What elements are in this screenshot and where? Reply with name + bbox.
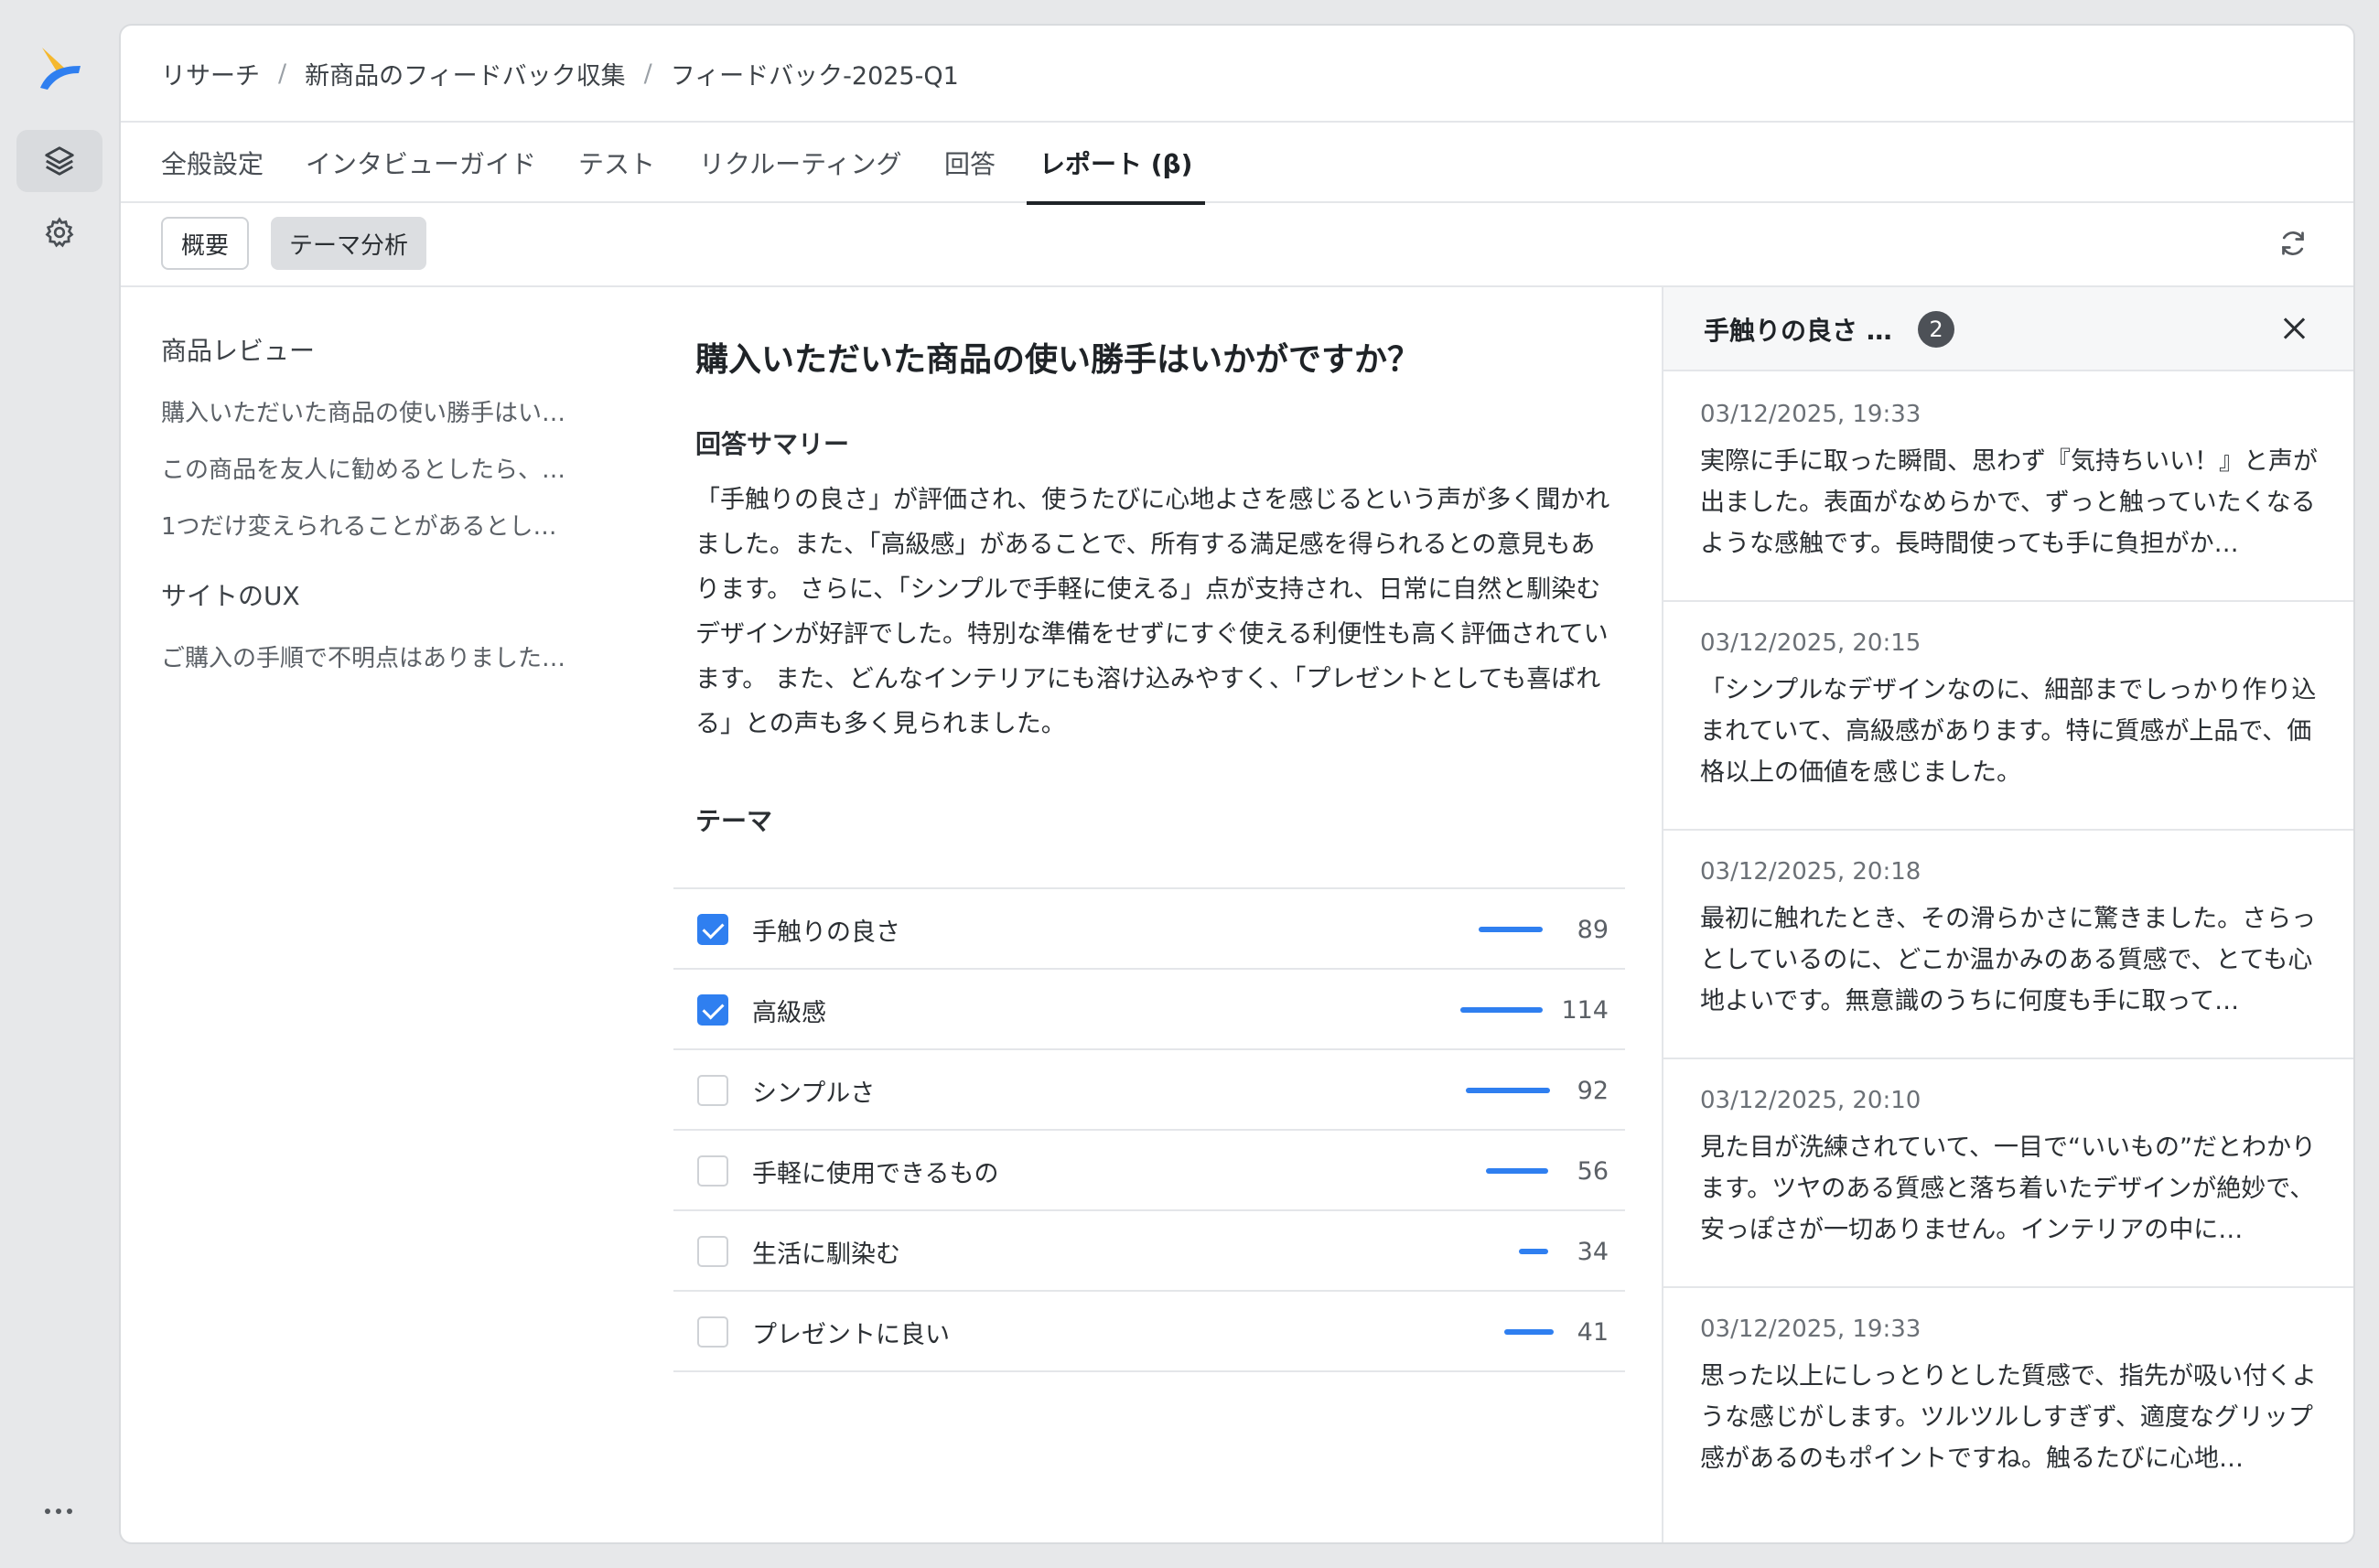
app-rail [0, 0, 117, 1568]
theme-checkbox[interactable] [697, 1236, 728, 1267]
tab-report[interactable]: レポート (β) [1026, 123, 1206, 205]
question-list: 商品レビュー 購入いただいた商品の使い勝手はい… この商品を友人に勧めるとしたら… [161, 328, 637, 684]
tab-recruiting[interactable]: リクルーティング [699, 123, 901, 203]
response-date: 03/12/2025, 19:33 [1700, 1316, 1922, 1343]
question-group-title: 商品レビュー [161, 336, 316, 366]
theme-count-bar [1460, 1007, 1543, 1013]
theme-row[interactable]: 生活に馴染む 34 [673, 1211, 1625, 1292]
more-icon[interactable] [37, 1500, 81, 1522]
theme-name: 高級感 [752, 998, 826, 1027]
response-card[interactable]: 03/12/2025, 20:15 「シンプルなデザインなのに、細部までしっかり… [1663, 602, 2353, 831]
tab-interview-guide[interactable]: インタビューガイド [306, 123, 536, 203]
breadcrumb-separator: / [278, 59, 287, 88]
view-toolbar: 概要 テーマ分析 [121, 203, 2353, 287]
tab-bar: 全般設定 インタビューガイド テスト リクルーティング 回答 レポート (β) [121, 121, 2353, 205]
response-card[interactable]: 03/12/2025, 20:18 最初に触れたとき、その滑らかさに驚きました。… [1663, 831, 2353, 1059]
question-item[interactable]: ご購入の手順で不明点はありました… [161, 628, 637, 684]
layers-icon [45, 146, 74, 176]
theme-checkbox[interactable] [697, 1075, 728, 1106]
theme-name: 手触りの良さ [752, 918, 900, 947]
theme-count-bar [1479, 927, 1543, 932]
tab-general-settings[interactable]: 全般設定 [161, 123, 264, 203]
theme-checkbox[interactable] [697, 1155, 728, 1187]
question-group-title: サイトのUX [161, 581, 300, 611]
theme-checkbox[interactable] [697, 1316, 728, 1348]
response-text: 思った以上にしっとりとした質感で、指先が吸い付くような感じがします。ツルツルしす… [1700, 1362, 2317, 1473]
theme-name: 生活に馴染む [752, 1240, 900, 1269]
theme-analysis-button[interactable]: テーマ分析 [271, 217, 427, 270]
response-date: 03/12/2025, 20:18 [1700, 858, 1922, 886]
response-text: 見た目が洗練されていて、一目で“いいもの”だとわかります。ツヤのある質感と落ち着… [1700, 1133, 2317, 1244]
response-text: 最初に触れたとき、その滑らかさに驚きました。さらっとしているのに、どこか温かみの… [1700, 905, 2317, 1015]
breadcrumb: リサーチ / 新商品のフィードバック収集 / フィードバック-2025-Q1 [161, 53, 959, 93]
breadcrumb-item-research[interactable]: リサーチ [161, 56, 260, 91]
response-date: 03/12/2025, 20:15 [1700, 629, 1922, 657]
question-title: 購入いただいた商品の使い勝手はいかがですか？ [695, 341, 1421, 379]
theme-count: 92 [1577, 1076, 1609, 1105]
nav-settings[interactable] [16, 201, 102, 263]
response-card[interactable]: 03/12/2025, 19:33 実際に手に取った瞬間、思わず『気持ちいい！』… [1663, 373, 2353, 602]
response-text: 「シンプルなデザインなのに、細部までしっかり作り込まれていて、高級感があります。… [1700, 676, 2317, 787]
theme-count: 56 [1577, 1156, 1609, 1186]
theme-name: シンプルさ [752, 1079, 876, 1108]
theme-count-bar [1504, 1329, 1554, 1335]
tab-test[interactable]: テスト [578, 123, 655, 203]
theme-row[interactable]: プレゼントに良い 41 [673, 1292, 1625, 1372]
overview-button[interactable]: 概要 [161, 217, 250, 270]
responses-panel: 手触りの良さ … 2 03/12/2025, 19:33 実際に手に取った瞬間、… [1662, 287, 2353, 1542]
main-card: リサーチ / 新商品のフィードバック収集 / フィードバック-2025-Q1 全… [119, 24, 2355, 1544]
theme-name: 手軽に使用できるもの [752, 1159, 999, 1188]
theme-row[interactable]: シンプルさ 92 [673, 1050, 1625, 1131]
summary-label: 回答サマリー [695, 429, 850, 459]
theme-checkbox[interactable] [697, 994, 728, 1026]
theme-count: 114 [1561, 995, 1609, 1025]
theme-count: 89 [1577, 915, 1609, 944]
app-logo[interactable] [37, 44, 84, 91]
theme-table: 手触りの良さ 89 高級感 114 シンプルさ 92 手軽に使用できるもの 56… [673, 887, 1625, 1372]
question-item[interactable]: 購入いただいた商品の使い勝手はい… [161, 382, 637, 439]
response-text: 実際に手に取った瞬間、思わず『気持ちいい！』と声が出ました。表面がなめらかで、ず… [1700, 447, 2318, 558]
breadcrumb-item-project[interactable]: 新商品のフィードバック収集 [305, 56, 625, 91]
theme-label: テーマ [695, 806, 773, 836]
theme-checkbox[interactable] [697, 914, 728, 945]
theme-count: 34 [1577, 1237, 1609, 1266]
response-date: 03/12/2025, 20:10 [1700, 1087, 1922, 1114]
question-item[interactable]: 1つだけ変えられることがあるとし… [161, 496, 637, 553]
theme-count: 41 [1577, 1317, 1609, 1347]
theme-count-bar [1519, 1249, 1548, 1254]
theme-count-bar [1486, 1168, 1548, 1174]
gear-icon [45, 217, 74, 248]
theme-row[interactable]: 手触りの良さ 89 [673, 889, 1625, 970]
question-detail: 購入いただいた商品の使い勝手はいかがですか？ 回答サマリー 「手触りの良さ」が評… [695, 328, 1744, 838]
breadcrumb-separator: / [643, 59, 652, 88]
theme-count-bar [1466, 1088, 1550, 1093]
response-card[interactable]: 03/12/2025, 20:10 見た目が洗練されていて、一目で“いいもの”だ… [1663, 1059, 2353, 1288]
response-card[interactable]: 03/12/2025, 19:33 思った以上にしっとりとした質感で、指先が吸い… [1663, 1288, 2353, 1517]
response-date: 03/12/2025, 19:33 [1700, 401, 1922, 428]
theme-row[interactable]: 高級感 114 [673, 970, 1625, 1050]
theme-name: プレゼントに良い [752, 1320, 950, 1349]
tab-responses[interactable]: 回答 [944, 123, 996, 203]
breadcrumb-item-current: フィードバック-2025-Q1 [670, 61, 959, 91]
refresh-icon[interactable] [2277, 227, 2309, 260]
nav-layers[interactable] [16, 130, 102, 192]
selection-count-badge: 2 [1918, 311, 1954, 348]
close-icon[interactable] [2278, 313, 2309, 344]
responses-panel-header: 手触りの良さ … 2 [1663, 287, 2353, 371]
question-item[interactable]: この商品を友人に勧めるとしたら、… [161, 439, 637, 496]
responses-panel-title: 手触りの良さ … [1704, 316, 1892, 346]
theme-row[interactable]: 手軽に使用できるもの 56 [673, 1131, 1625, 1211]
summary-text: 「手触りの良さ」が評価され、使うたびに心地よさを感じるという声が多く聞かれました… [695, 486, 1610, 738]
